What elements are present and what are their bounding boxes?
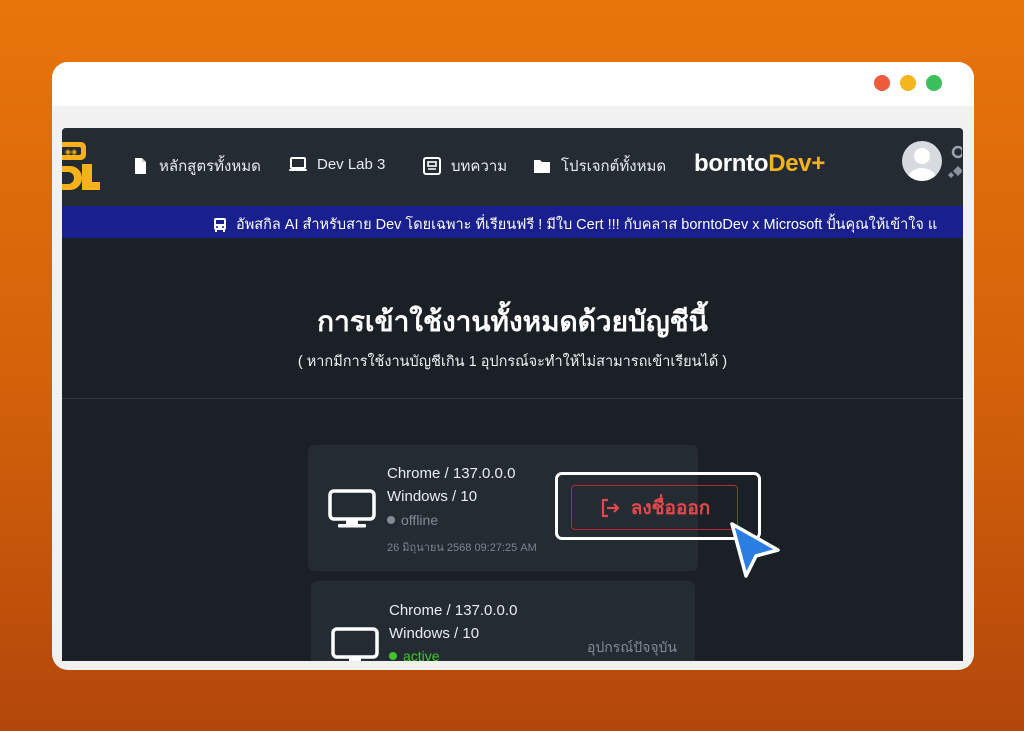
- top-navbar: ◉◉ หลักสูตรทั้งหมด Dev Lab 3 บทความ โปรเ…: [62, 128, 963, 206]
- nav-item-courses[interactable]: หลักสูตรทั้งหมด: [130, 154, 261, 178]
- status-dot-icon: [387, 516, 395, 524]
- site-logo-icon[interactable]: ◉◉: [62, 140, 100, 192]
- window-controls: [874, 75, 942, 91]
- section-divider: [62, 398, 963, 399]
- folder-icon: [534, 160, 550, 173]
- nav-item-label: หลักสูตรทั้งหมด: [159, 158, 261, 175]
- web-viewport: ◉◉ หลักสูตรทั้งหมด Dev Lab 3 บทความ โปรเ…: [62, 128, 963, 661]
- nav-item-projects[interactable]: โปรเจกต์ทั้งหมด: [532, 154, 666, 178]
- status-badge: active: [389, 648, 440, 661]
- brand-accent-text: Dev+: [768, 150, 826, 177]
- nav-item-label: Dev Lab 3: [317, 155, 386, 173]
- nav-item-label: บทความ: [451, 158, 508, 175]
- logout-button[interactable]: ลงชื่อออก: [571, 485, 738, 530]
- logout-icon: [601, 498, 620, 517]
- ticker-text: อัพสกิล AI สำหรับสาย Dev โดยเฉพาะ ที่เรี…: [236, 217, 938, 233]
- nav-item-dev-lab[interactable]: Dev Lab 3: [288, 154, 385, 174]
- minimize-dot-icon[interactable]: [900, 75, 916, 91]
- browser-title-bar: [52, 62, 974, 106]
- user-silhouette-icon: [907, 148, 937, 181]
- session-browser: Chrome / 137.0.0.0: [389, 602, 518, 619]
- session-browser: Chrome / 137.0.0.0: [387, 465, 516, 482]
- monitor-icon: [328, 489, 376, 528]
- status-text: offline: [401, 512, 439, 528]
- article-icon: [423, 157, 441, 175]
- browser-window: ◉◉ หลักสูตรทั้งหมด Dev Lab 3 บทความ โปรเ…: [52, 62, 974, 670]
- nav-item-articles[interactable]: บทความ: [422, 154, 507, 178]
- user-menu-icon[interactable]: [948, 144, 962, 184]
- file-icon: [135, 158, 146, 174]
- user-avatar[interactable]: [902, 141, 942, 181]
- page-subtitle: ( หากมีการใช้งานบัญชีเกิน 1 อุปกรณ์จะทำใ…: [297, 354, 728, 370]
- announcement-ticker[interactable]: อัพสกิล AI สำหรับสาย Dev โดยเฉพาะ ที่เรี…: [62, 206, 963, 238]
- close-dot-icon[interactable]: [874, 75, 890, 91]
- nav-item-label: โปรเจกต์ทั้งหมด: [561, 158, 667, 175]
- brand-main-text: bornto: [694, 150, 769, 177]
- page-title: การเข้าใช้งานทั้งหมดด้วยบัญชีนี้: [317, 306, 708, 337]
- status-badge: offline: [387, 512, 438, 528]
- bus-icon: [214, 217, 226, 232]
- session-os: Windows / 10: [389, 625, 480, 642]
- session-card: Chrome / 137.0.0.0 Windows / 10 active อ…: [311, 581, 695, 661]
- current-device-label: อุปกรณ์ปัจจุบัน: [586, 639, 677, 655]
- maximize-dot-icon[interactable]: [926, 75, 942, 91]
- monitor-icon: [331, 627, 379, 661]
- logout-button-label: ลงชื่อออก: [630, 497, 711, 519]
- brand-logo[interactable]: borntoDev+: [694, 150, 825, 178]
- svg-text:◉◉: ◉◉: [65, 148, 77, 156]
- ticker-content: อัพสกิล AI สำหรับสาย Dev โดยเฉพาะ ที่เรี…: [212, 213, 937, 236]
- session-timestamp: 26 มิถุนายน 2568 09:27:25 AM: [387, 542, 537, 554]
- laptop-icon: [289, 157, 307, 171]
- status-text: active: [403, 648, 440, 661]
- status-dot-icon: [389, 652, 397, 660]
- mouse-cursor-icon: [730, 522, 780, 578]
- session-os: Windows / 10: [387, 488, 478, 505]
